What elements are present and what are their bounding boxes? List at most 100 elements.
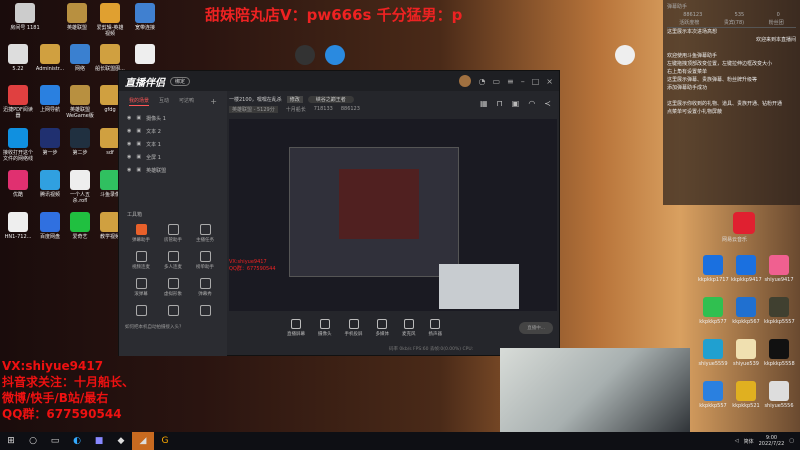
room-tag[interactable]: 修改: [286, 96, 303, 103]
lock-icon[interactable]: ▣: [136, 141, 141, 148]
desktop-icon[interactable]: shiyue9417: [764, 255, 794, 283]
desktop-icon[interactable]: 网络: [65, 44, 95, 72]
desktop-icon[interactable]: 接收打开这个文件的网络线: [3, 128, 33, 162]
chat-tab-vip[interactable]: 贵宾(78): [724, 19, 744, 27]
desktop-icon[interactable]: 5.22: [3, 44, 33, 72]
volume-icon[interactable]: ◁: [735, 438, 739, 444]
message-icon[interactable]: ▭: [492, 77, 500, 86]
desktop-icon[interactable]: 百度网盘: [35, 212, 65, 240]
desktop-icon[interactable]: [290, 45, 320, 67]
tool-item[interactable]: [125, 305, 157, 318]
source-item[interactable]: ◉ ▣ 摄像头 1: [119, 112, 227, 125]
share-icon[interactable]: ≺: [544, 99, 551, 108]
desktop-icon[interactable]: [130, 44, 160, 66]
tip-text[interactable]: 如何把本机自动拍摄接入头？: [119, 324, 227, 330]
lock-icon[interactable]: ▣: [136, 167, 141, 174]
gift-icon[interactable]: ▦: [480, 99, 488, 108]
source-button[interactable]: 麦克风: [402, 319, 416, 337]
bell-icon[interactable]: ◠: [528, 99, 535, 108]
tool-item[interactable]: 滚弹幕: [125, 278, 157, 297]
desktop-icon[interactable]: 上网导航: [35, 85, 65, 113]
tool-item[interactable]: 弹幕助手: [125, 224, 157, 243]
start-icon[interactable]: ⊞: [0, 432, 22, 450]
tool-item[interactable]: 榜单助手: [189, 251, 221, 270]
tool-item[interactable]: [189, 305, 221, 318]
desktop-icon[interactable]: 爱剪辑-英雄视频: [95, 3, 125, 37]
desktop-icon[interactable]: 第一步: [35, 128, 65, 156]
add-scene-icon[interactable]: +: [210, 97, 217, 106]
search-icon[interactable]: ○: [22, 432, 44, 450]
desktop-icon[interactable]: kkpkkp567: [731, 297, 761, 325]
room-title[interactable]: 一楼2100，嘿嘿在乱杀: [229, 96, 282, 103]
tool-item[interactable]: 视频连麦: [125, 251, 157, 270]
task-view-icon[interactable]: ▭: [44, 432, 66, 450]
desktop-icon[interactable]: 优酷: [3, 170, 33, 198]
notification-icon[interactable]: ▢: [789, 438, 794, 444]
tool-item[interactable]: 虚拟形象: [157, 278, 189, 297]
tool-item[interactable]: 弹幕秀: [189, 278, 221, 297]
start-live-button[interactable]: 直播中...: [519, 322, 553, 334]
tool-item[interactable]: 房管助手: [157, 224, 189, 243]
visibility-eye-icon[interactable]: ◉: [127, 115, 131, 122]
desktop-icon[interactable]: 爱奇艺: [65, 212, 95, 240]
desktop-icon[interactable]: kkpkkp521: [731, 381, 761, 409]
desktop-icon[interactable]: kkpkkp577: [698, 297, 728, 325]
menu-icon[interactable]: ≡: [507, 77, 514, 86]
source-button[interactable]: 手机投屏: [345, 319, 363, 337]
source-item[interactable]: ◉ ▣ 文本 2: [119, 125, 227, 138]
tool-item[interactable]: 多人连麦: [157, 251, 189, 270]
chat-tab-fans[interactable]: 粉丝团: [769, 19, 784, 27]
desktop-icon[interactable]: 船长联盟图...: [95, 44, 125, 72]
tool-item[interactable]: [157, 305, 189, 318]
game-score[interactable]: 英雄联盟 - 5129分: [229, 106, 278, 113]
visibility-eye-icon[interactable]: ◉: [127, 154, 131, 161]
desktop-icon[interactable]: 第二步: [65, 128, 95, 156]
desktop-icon[interactable]: 腾讯视频: [35, 170, 65, 198]
edge-taskbar-icon[interactable]: ◐: [66, 432, 88, 450]
lock-icon[interactable]: ▣: [136, 128, 141, 135]
source-button[interactable]: 多媒体: [376, 319, 389, 337]
minimize-icon[interactable]: –: [521, 77, 525, 86]
desktop-icon[interactable]: 迅捷PDF阅读器: [3, 85, 33, 119]
source-item[interactable]: ◉ ▣ 全屏 1: [119, 151, 227, 164]
headset-icon[interactable]: ◔: [478, 77, 485, 86]
tab-my-scene[interactable]: 我的场景: [129, 97, 150, 106]
close-icon[interactable]: ×: [546, 77, 553, 86]
avatar[interactable]: [459, 75, 472, 87]
desktop-icon[interactable]: kkpkkp5558: [764, 339, 795, 367]
visibility-eye-icon[interactable]: ◉: [127, 141, 131, 148]
desktop-icon[interactable]: [320, 45, 350, 67]
desktop-icon[interactable]: shiyue539: [731, 339, 761, 367]
desktop-icon[interactable]: 一个人五杀.rofl: [65, 170, 95, 204]
ime-indicator[interactable]: 简体: [744, 438, 754, 445]
source-item[interactable]: ◉ ▣ 文本 1: [119, 138, 227, 151]
source-button[interactable]: 扬声器: [429, 319, 442, 337]
app-taskbar-icon[interactable]: ◆: [110, 432, 132, 450]
visibility-eye-icon[interactable]: ◉: [127, 167, 131, 174]
desktop-icon[interactable]: kkpkkp1717: [698, 255, 729, 283]
desktop-icon[interactable]: 房间号 1181: [10, 3, 40, 31]
desktop-icon[interactable]: 英雄联盟 WeGame版: [65, 85, 95, 119]
desktop-icon[interactable]: kkpkkp5557: [764, 297, 795, 325]
desktop-icon[interactable]: kkpkkp557: [698, 381, 728, 409]
desktop-icon[interactable]: [610, 45, 640, 67]
chrome-taskbar-icon[interactable]: G: [154, 432, 176, 450]
visibility-eye-icon[interactable]: ◉: [127, 128, 131, 135]
source-item[interactable]: ◉ ▣ 英雄联盟: [119, 164, 227, 177]
tab-duck[interactable]: 可达鸭: [179, 97, 194, 106]
desktop-icon[interactable]: HN1-712...: [3, 212, 33, 240]
tool-item[interactable]: 主播任务: [189, 224, 221, 243]
tab-interact[interactable]: 互动: [159, 97, 169, 106]
clock[interactable]: 9:00 2022/7/22: [759, 435, 785, 447]
desktop-icon[interactable]: shiyue5556: [764, 381, 794, 409]
desktop-icon[interactable]: 宽带连接: [130, 3, 160, 31]
source-button[interactable]: 摄像头: [318, 319, 332, 337]
version-badge[interactable]: 绑定: [170, 76, 191, 86]
live-companion-taskbar-icon[interactable]: ◢: [132, 432, 154, 450]
desktop-icon[interactable]: 英雄联盟: [62, 3, 92, 31]
desktop-icon[interactable]: Administr...: [35, 44, 65, 72]
lock-icon[interactable]: ▣: [136, 154, 141, 161]
desktop-icon[interactable]: kkpkkp9417: [731, 255, 762, 283]
maximize-icon[interactable]: □: [532, 77, 540, 86]
lock-icon[interactable]: ⊓: [497, 99, 503, 108]
